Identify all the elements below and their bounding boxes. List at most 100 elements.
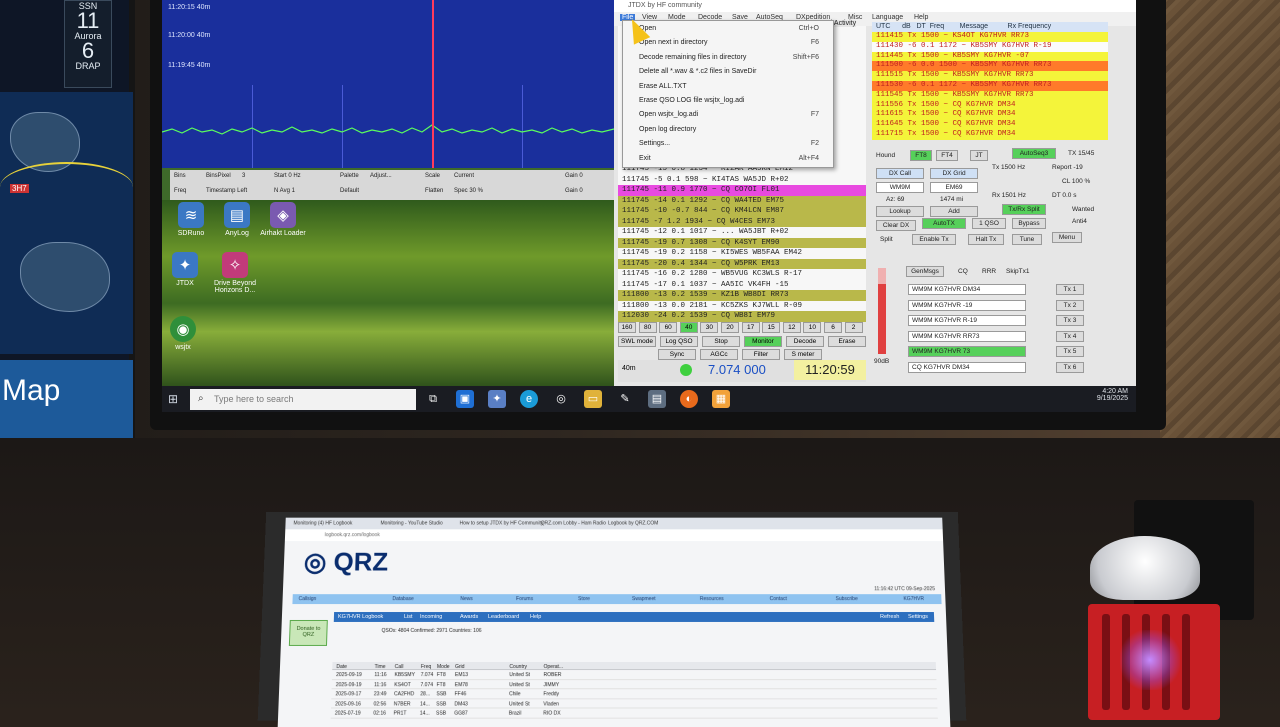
control-button[interactable]: Log QSO: [660, 336, 698, 347]
control-button[interactable]: Sync: [658, 349, 696, 360]
nav-item[interactable]: Subscribe: [836, 596, 858, 602]
decode-row[interactable]: 111745 -7 1.2 1934 ~ CQ W4CES EM73: [618, 216, 866, 227]
tx-message-field[interactable]: WM9M KG7HVR DM34: [908, 284, 1026, 295]
decode-row[interactable]: 111745 -5 0.1 598 ~ KI4TAS WA5JD R+02: [618, 175, 866, 186]
decode-row[interactable]: 111745 -16 0.2 1280 ~ WB5VUG KC3WLS R-17: [618, 269, 866, 280]
file-menu-item[interactable]: Exit Alt+F4: [639, 155, 829, 166]
tx-rx-split-button[interactable]: Tx/Rx Split: [1002, 204, 1046, 215]
tx-message-field[interactable]: WM9M KG7HVR RR73: [908, 330, 1026, 342]
control-button[interactable]: SWL mode: [618, 336, 656, 347]
genmsgs-button[interactable]: GenMsgs: [906, 266, 944, 277]
hound-label[interactable]: Hound: [876, 152, 895, 159]
default-select[interactable]: Default: [340, 188, 359, 194]
jt-button[interactable]: JT: [970, 150, 988, 161]
file-menu-item[interactable]: Erase QSO LOG file wsjtx_log.adi: [639, 97, 829, 108]
ft4-button[interactable]: FT4: [936, 150, 958, 161]
tx-select-button[interactable]: Tx 1: [1056, 284, 1084, 295]
jtdx-taskbar-icon[interactable]: ✦: [488, 390, 506, 408]
timestamp-select[interactable]: Timestamp Left: [206, 188, 247, 194]
logbook-tab-help[interactable]: Help: [530, 614, 541, 620]
table-row[interactable]: 2025-09-19 11:16 KS4OT 7.074 FT8 EM78 United S…: [331, 679, 937, 690]
bypass-button[interactable]: Bypass: [1012, 218, 1046, 229]
taskbar-search[interactable]: ⌕ Type here to search: [190, 389, 416, 410]
band-button[interactable]: 80: [638, 322, 657, 333]
tx-select-button[interactable]: Tx 2: [1056, 299, 1084, 311]
decode-row[interactable]: 111745 -19 0.7 1308 ~ CQ K4SYT EM90: [618, 237, 866, 248]
anti4-checkbox[interactable]: Anti4: [1072, 218, 1087, 225]
add-button[interactable]: Add: [930, 206, 978, 217]
browser-tab[interactable]: QRZ.com Lobby - Ham Radio: [541, 521, 606, 527]
dt-field[interactable]: DT 0.0 s: [1052, 192, 1076, 199]
donate-button[interactable]: Donate to QRZ: [288, 619, 328, 646]
task-view-icon[interactable]: ⧉: [424, 390, 442, 408]
nav-item[interactable]: News: [460, 596, 473, 602]
tx-message-field[interactable]: WM9M KG7HVR 73: [908, 346, 1026, 357]
menu-button[interactable]: Menu: [1052, 232, 1082, 243]
band-button[interactable]: 10: [803, 322, 822, 333]
halt-tx-button[interactable]: Halt Tx: [968, 234, 1004, 245]
photos-icon[interactable]: ▦: [712, 390, 730, 408]
binspixel-value[interactable]: 3: [242, 173, 245, 179]
firefox-icon[interactable]: ◐: [680, 390, 698, 408]
band-button[interactable]: 6: [824, 322, 842, 333]
nav-item[interactable]: Contact: [770, 596, 787, 602]
band-button[interactable]: 160: [618, 322, 636, 333]
rx-row[interactable]: 111645 Tx 1500 ~ CQ KG7HVR DM34: [872, 120, 1108, 130]
band-button[interactable]: 17: [741, 322, 760, 333]
file-menu-item[interactable]: Open wsjtx_log.adi F7: [639, 111, 829, 122]
rx-row[interactable]: 111715 Tx 1500 ~ CQ KG7HVR DM34: [872, 129, 1108, 140]
file-menu-item[interactable]: Open next in directory F6: [639, 39, 829, 50]
decode-row[interactable]: 111745 -19 0.2 1158 ~ KI5WES WB5FAA EM42: [618, 248, 866, 259]
control-button[interactable]: S meter: [784, 349, 822, 360]
band-button[interactable]: 2: [844, 322, 863, 333]
dx-call-field[interactable]: WM9M: [876, 182, 924, 193]
table-row[interactable]: 2025-09-17 23:49 CA2FHD 28... SSB FF46 Chile Fr…: [331, 689, 938, 700]
refresh-button[interactable]: Refresh: [880, 614, 899, 620]
decode-row[interactable]: 111800 -13 0.0 2181 ~ KC5ZKS KJ7WLL R-09: [618, 301, 866, 312]
band-select[interactable]: 40m: [622, 365, 636, 372]
rrr-label[interactable]: RRR: [982, 268, 996, 275]
folder-icon[interactable]: ▭: [584, 390, 602, 408]
nav-item[interactable]: Forums: [516, 596, 533, 602]
browser-tab[interactable]: Monitoring (4) HF Logbook: [293, 521, 352, 527]
ft8-button[interactable]: FT8: [910, 150, 932, 161]
band-button[interactable]: 60: [659, 322, 678, 333]
nav-item[interactable]: Database: [392, 596, 414, 602]
dx-grid-field[interactable]: EM69: [930, 182, 978, 193]
edge-icon[interactable]: e: [520, 390, 538, 408]
obs-icon[interactable]: ◎: [552, 390, 570, 408]
enable-tx-button[interactable]: Enable Tx: [912, 234, 956, 245]
control-button[interactable]: Stop: [702, 336, 740, 347]
settings-button[interactable]: Settings: [908, 614, 928, 620]
tx-select-button[interactable]: Tx 6: [1056, 361, 1084, 373]
store-icon[interactable]: ▣: [456, 390, 474, 408]
tx-select-button[interactable]: Tx 4: [1056, 330, 1084, 342]
file-menu-item[interactable]: Delete all *.wav & *.c2 files in SaveDir: [639, 68, 829, 79]
decode-row[interactable]: 111745 -17 0.1 1037 ~ AA5IC VK4FH -15: [618, 280, 866, 291]
table-row[interactable]: 2025-07-19 02:16 PR1T 14... SSB GG87 Brazil RIO…: [330, 708, 938, 719]
logbook-tab-leaderboard[interactable]: Leaderboard: [488, 614, 519, 620]
clear-dx-button[interactable]: Clear DX: [876, 220, 916, 231]
file-menu-item[interactable]: Erase ALL.TXT: [639, 83, 829, 94]
file-menu-item[interactable]: Settings... F2: [639, 140, 829, 151]
rx-row[interactable]: 111556 Tx 1500 ~ CQ KG7HVR DM34: [872, 100, 1108, 111]
rx-row[interactable]: 111545 Tx 1500 ~ KB5SMY KG7HVR RR73: [872, 90, 1108, 101]
band-button[interactable]: 12: [782, 322, 801, 333]
nav-item[interactable]: Callsign: [298, 596, 316, 602]
control-button[interactable]: Monitor: [744, 336, 782, 347]
rx-row[interactable]: 111500 -6 0.0 1500 ~ KB5SMY KG7HVR RR73: [872, 61, 1108, 72]
nav-item[interactable]: Resources: [700, 596, 724, 602]
start-hz-field[interactable]: Start 0 Hz: [274, 173, 301, 179]
logbook-tab-incoming[interactable]: Incoming: [420, 614, 442, 620]
browser-tab[interactable]: Monitoring - YouTube Studio: [380, 521, 442, 527]
tx-select-button[interactable]: Tx 3: [1056, 315, 1084, 326]
tx-message-field[interactable]: CQ KG7HVR DM34: [908, 361, 1026, 373]
control-button[interactable]: AGCc: [700, 349, 738, 360]
rx-row[interactable]: 111445 Tx 1500 ~ KB5SMY KG7HVR -07: [872, 51, 1108, 62]
tx-message-field[interactable]: WM9M KG7HVR R-19: [908, 315, 1026, 326]
band-button[interactable]: 30: [700, 322, 719, 333]
menu-help[interactable]: Help: [914, 14, 928, 21]
band-button[interactable]: 20: [721, 322, 739, 333]
adjust-button[interactable]: Adjust...: [370, 173, 392, 179]
desktop-icon[interactable]: ✧ Drive Beyond Horizons D...: [206, 252, 264, 294]
